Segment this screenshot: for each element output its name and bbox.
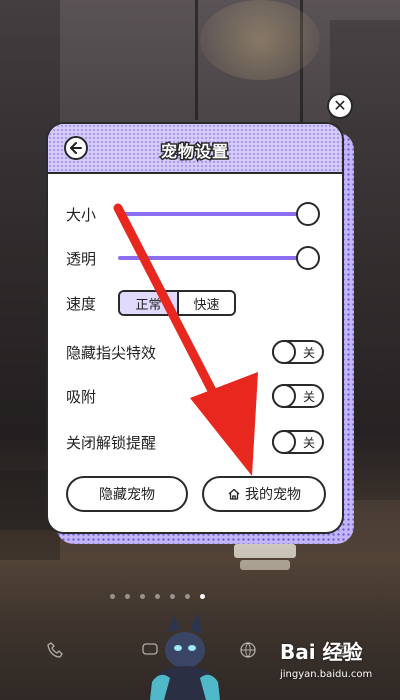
hide-touch-effect-toggle[interactable]: 关	[272, 340, 324, 364]
desktop-pet[interactable]	[150, 612, 220, 700]
toggle-knob	[272, 384, 296, 408]
opacity-label: 透明	[66, 249, 97, 268]
page-dot[interactable]	[125, 594, 130, 599]
speed-selector: 正常 快速	[118, 290, 236, 316]
toggle-knob	[272, 430, 296, 454]
hide-touch-effect-label: 隐藏指尖特效	[66, 343, 157, 362]
snap-toggle[interactable]: 关	[272, 384, 324, 408]
hide-pet-button-label: 隐藏宠物	[99, 487, 155, 503]
page-indicator	[110, 594, 205, 599]
pet-settings-dialog: 宠物设置 大小 透明 速度 正常 快速 隐藏指尖特效 关 吸附 关 关闭解锁提醒	[46, 122, 344, 534]
close-icon[interactable]: ✕	[327, 93, 353, 119]
size-slider-thumb[interactable]	[296, 202, 320, 226]
snap-row: 吸附 关	[66, 382, 324, 410]
my-pet-button[interactable]: 我的宠物	[202, 476, 326, 512]
phone-icon[interactable]	[46, 640, 66, 660]
size-slider[interactable]	[118, 212, 308, 216]
hide-pet-button[interactable]: 隐藏宠物	[66, 476, 188, 512]
home-icon	[228, 488, 240, 500]
dialog-header: 宠物设置	[48, 124, 342, 174]
baidu-jingyan-watermark: Bai 经验 jingyan.baidu.com	[280, 636, 398, 696]
page-dot[interactable]	[170, 594, 175, 599]
my-pet-button-label: 我的宠物	[245, 487, 301, 503]
toggle-knob	[272, 340, 296, 364]
unlock-reminder-label: 关闭解锁提醒	[66, 433, 157, 452]
watermark-logo-text: Bai 经验	[280, 640, 363, 664]
page-dot-active[interactable]	[200, 594, 205, 599]
page-dot[interactable]	[110, 594, 115, 599]
browser-icon[interactable]	[238, 640, 258, 660]
speed-label: 速度	[66, 294, 97, 313]
opacity-slider-thumb[interactable]	[296, 246, 320, 270]
page-dot[interactable]	[140, 594, 145, 599]
speed-option-fast[interactable]: 快速	[177, 292, 234, 314]
toggle-state-label: 关	[302, 436, 315, 450]
size-label: 大小	[66, 205, 97, 224]
watermark-url: jingyan.baidu.com	[280, 669, 373, 680]
opacity-slider[interactable]	[118, 256, 308, 260]
hide-touch-effect-row: 隐藏指尖特效 关	[66, 338, 324, 366]
page-dot[interactable]	[155, 594, 160, 599]
toggle-state-label: 关	[302, 346, 315, 360]
unlock-reminder-toggle[interactable]: 关	[272, 430, 324, 454]
page-dot[interactable]	[185, 594, 190, 599]
snap-label: 吸附	[66, 387, 97, 406]
dialog-title: 宠物设置	[159, 141, 229, 163]
unlock-reminder-row: 关闭解锁提醒 关	[66, 428, 324, 456]
toggle-state-label: 关	[302, 390, 315, 404]
speed-option-normal[interactable]: 正常	[120, 292, 177, 314]
